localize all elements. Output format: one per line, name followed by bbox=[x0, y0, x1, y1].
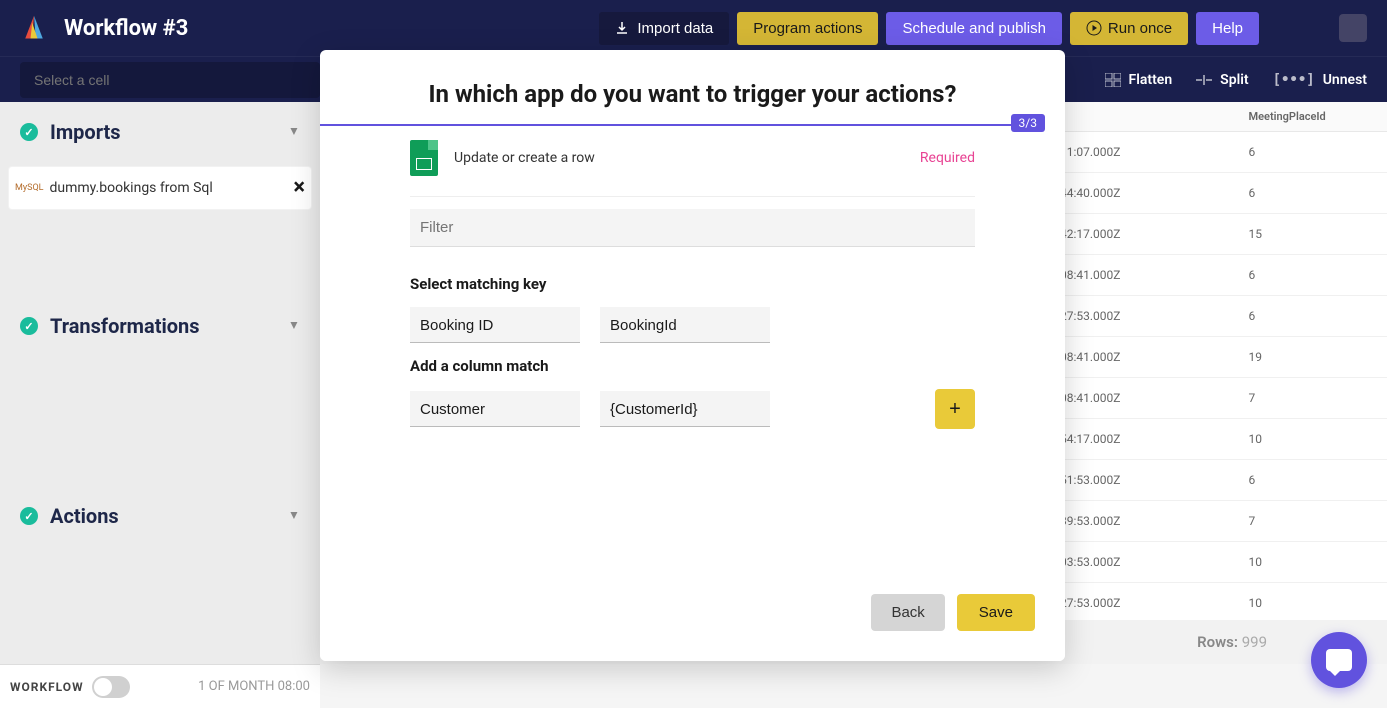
table-cell: 6 bbox=[1236, 268, 1387, 282]
table-cell: 6 bbox=[1236, 473, 1387, 487]
table-cell: 27:53.000Z bbox=[1048, 309, 1236, 323]
column-match-title: Add a column match bbox=[410, 357, 975, 375]
table-cell: 08:41.000Z bbox=[1048, 350, 1236, 364]
table-header-empty bbox=[1048, 102, 1236, 131]
table-cell: 10 bbox=[1236, 596, 1387, 610]
add-column-match-button[interactable]: + bbox=[935, 389, 975, 429]
matching-key-source-input[interactable] bbox=[410, 307, 580, 343]
save-button[interactable]: Save bbox=[957, 594, 1035, 631]
schedule-text: 1 OF MONTH 08:00 bbox=[198, 679, 310, 694]
workflow-label: WORKFLOW bbox=[10, 680, 84, 694]
import-source-name: dummy.bookings from Sql bbox=[50, 180, 213, 196]
transformations-section-header[interactable]: ✓ Transformations ▲ bbox=[0, 296, 320, 356]
imports-section-header[interactable]: ✓ Imports ▲ bbox=[0, 102, 320, 162]
play-icon bbox=[1086, 20, 1102, 36]
chevron-up-icon: ▲ bbox=[288, 509, 300, 523]
unnest-icon: [•••] bbox=[1273, 72, 1315, 88]
filter-input[interactable] bbox=[410, 209, 975, 247]
table-cell: 08:41.000Z bbox=[1048, 391, 1236, 405]
required-badge: Required bbox=[920, 150, 975, 166]
user-avatar[interactable] bbox=[1339, 14, 1367, 42]
table-cell: 42:17.000Z bbox=[1048, 227, 1236, 241]
table-cell: 6 bbox=[1236, 145, 1387, 159]
table-cell: 39:53.000Z bbox=[1048, 514, 1236, 528]
actions-title: Actions bbox=[50, 504, 119, 528]
imports-title: Imports bbox=[50, 120, 121, 144]
matching-key-target-input[interactable] bbox=[600, 307, 770, 343]
remove-import-button[interactable]: × bbox=[293, 177, 305, 199]
table-cell: 6 bbox=[1236, 186, 1387, 200]
help-button[interactable]: Help bbox=[1196, 12, 1259, 45]
google-sheets-icon bbox=[410, 140, 438, 176]
transformations-title: Transformations bbox=[50, 314, 200, 338]
workflow-toggle[interactable] bbox=[92, 676, 130, 698]
cell-selector-input[interactable] bbox=[20, 62, 320, 98]
table-cell: 15 bbox=[1236, 227, 1387, 241]
modal-title: In which app do you want to trigger your… bbox=[350, 80, 1035, 108]
check-icon: ✓ bbox=[20, 507, 38, 525]
table-cell: 10 bbox=[1236, 432, 1387, 446]
chat-icon bbox=[1326, 649, 1352, 671]
table-cell: 27:53.000Z bbox=[1048, 596, 1236, 610]
split-action[interactable]: Split bbox=[1196, 72, 1248, 88]
table-cell: 19 bbox=[1236, 350, 1387, 364]
table-cell: 54:17.000Z bbox=[1048, 432, 1236, 446]
table-cell: 10 bbox=[1236, 555, 1387, 569]
program-actions-button[interactable]: Program actions bbox=[737, 12, 878, 45]
table-cell: 08:41.000Z bbox=[1048, 268, 1236, 282]
flatten-action[interactable]: Flatten bbox=[1105, 72, 1173, 88]
column-match-target-input[interactable] bbox=[600, 391, 770, 427]
table-cell: 51:53.000Z bbox=[1048, 473, 1236, 487]
step-indicator: 3/3 bbox=[1011, 114, 1045, 132]
check-icon: ✓ bbox=[20, 123, 38, 141]
back-button[interactable]: Back bbox=[871, 594, 944, 631]
table-cell: 7 bbox=[1236, 391, 1387, 405]
column-match-source-input[interactable] bbox=[410, 391, 580, 427]
table-cell: 03:53.000Z bbox=[1048, 555, 1236, 569]
app-logo bbox=[20, 14, 48, 42]
table-cell: 7 bbox=[1236, 514, 1387, 528]
chat-fab[interactable] bbox=[1311, 632, 1367, 688]
download-icon bbox=[615, 21, 629, 35]
mysql-tag: MySQL bbox=[15, 183, 44, 193]
table-cell: 6 bbox=[1236, 309, 1387, 323]
run-once-button[interactable]: Run once bbox=[1070, 12, 1188, 45]
matching-key-title: Select matching key bbox=[410, 275, 975, 293]
import-data-button[interactable]: Import data bbox=[599, 12, 729, 45]
unnest-action[interactable]: [•••] Unnest bbox=[1273, 72, 1367, 88]
flatten-icon bbox=[1105, 73, 1121, 87]
table-header-meetingplaceid: MeetingPlaceId bbox=[1236, 102, 1387, 131]
workflow-title: Workflow #3 bbox=[64, 16, 188, 41]
chevron-up-icon: ▲ bbox=[288, 125, 300, 139]
chevron-up-icon: ▲ bbox=[288, 319, 300, 333]
actions-section-header[interactable]: ✓ Actions ▲ bbox=[0, 486, 320, 546]
rows-count: Rows: 999 bbox=[1197, 633, 1267, 651]
check-icon: ✓ bbox=[20, 317, 38, 335]
schedule-publish-button[interactable]: Schedule and publish bbox=[886, 12, 1061, 45]
trigger-app-modal: In which app do you want to trigger your… bbox=[320, 50, 1065, 661]
table-cell: 11:07.000Z bbox=[1048, 145, 1236, 159]
table-cell: 44:40.000Z bbox=[1048, 186, 1236, 200]
split-icon bbox=[1196, 73, 1212, 87]
action-label: Update or create a row bbox=[454, 150, 595, 166]
